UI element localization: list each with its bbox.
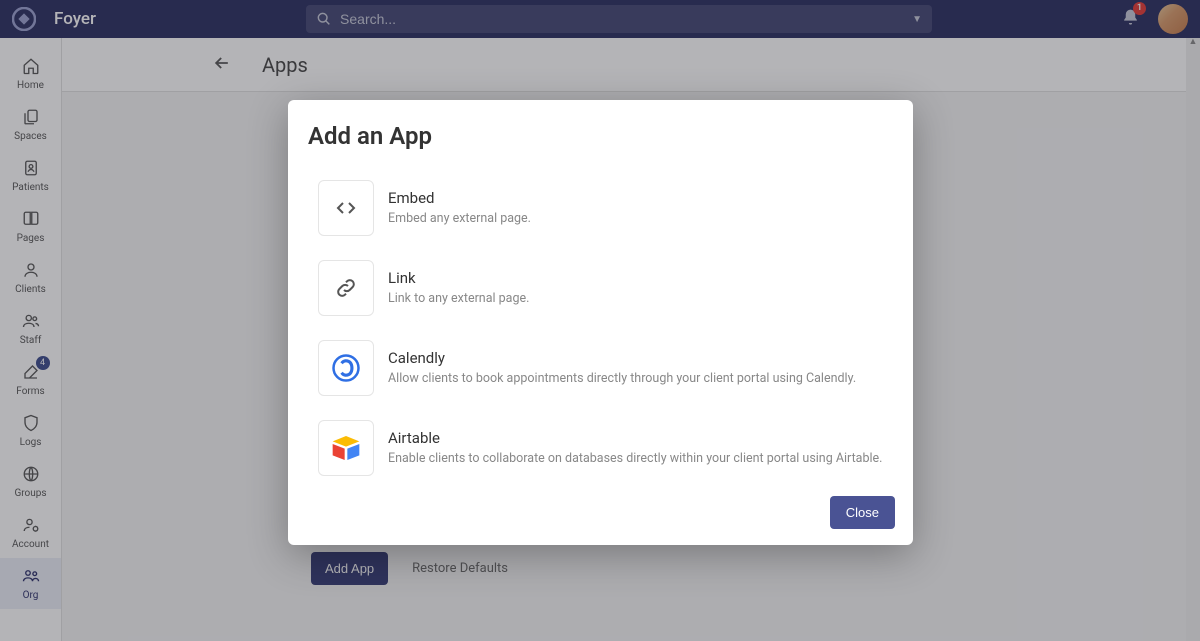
app-option-embed[interactable]: Embed Embed any external page. <box>318 168 907 248</box>
app-option-airtable[interactable]: Airtable Enable clients to collaborate o… <box>318 408 907 484</box>
app-desc: Link to any external page. <box>388 290 529 308</box>
app-list[interactable]: Embed Embed any external page. Link Link… <box>288 160 913 484</box>
calendly-icon <box>331 353 361 383</box>
app-desc: Allow clients to book appointments direc… <box>388 370 856 388</box>
add-app-modal: Add an App Embed Embed any external page… <box>288 100 913 545</box>
app-desc: Enable clients to collaborate on databas… <box>388 450 882 468</box>
modal-footer: Close <box>288 484 913 545</box>
app-name: Calendly <box>388 349 856 367</box>
app-option-link[interactable]: Link Link to any external page. <box>318 248 907 328</box>
modal-title: Add an App <box>288 100 913 160</box>
code-icon <box>334 196 358 220</box>
app-desc: Embed any external page. <box>388 210 531 228</box>
app-name: Embed <box>388 189 531 207</box>
app-name: Link <box>388 269 529 287</box>
close-button[interactable]: Close <box>830 496 895 529</box>
link-icon <box>334 276 358 300</box>
app-name: Airtable <box>388 429 882 447</box>
airtable-icon <box>330 432 362 464</box>
app-option-calendly[interactable]: Calendly Allow clients to book appointme… <box>318 328 907 408</box>
